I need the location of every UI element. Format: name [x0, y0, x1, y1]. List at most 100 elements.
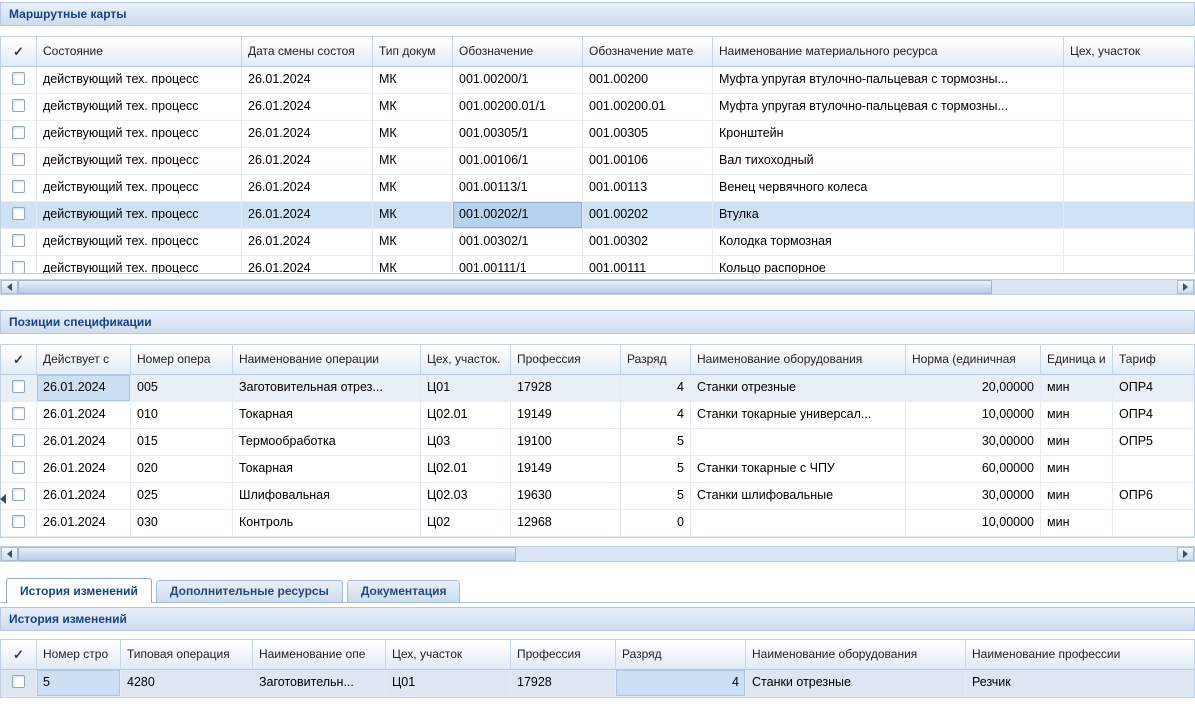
- column-header[interactable]: Действует с: [37, 345, 131, 375]
- cell[interactable]: 001.00305: [583, 121, 713, 148]
- cell[interactable]: действующий тех. процесс: [37, 175, 242, 202]
- cell[interactable]: [1064, 148, 1195, 175]
- cell[interactable]: [1064, 202, 1195, 229]
- column-header[interactable]: Профессия: [511, 345, 621, 375]
- cell[interactable]: 5: [621, 456, 691, 483]
- cell[interactable]: 001.00113/1: [453, 175, 583, 202]
- cell[interactable]: мин: [1041, 456, 1113, 483]
- cell[interactable]: действующий тех. процесс: [37, 148, 242, 175]
- cell[interactable]: 001.00302/1: [453, 229, 583, 256]
- scroll-right-button[interactable]: [1177, 280, 1194, 294]
- cell[interactable]: Шлифовальная: [233, 483, 421, 510]
- cell[interactable]: Станки токарные универсал...: [691, 402, 906, 429]
- cell[interactable]: 001.00202: [583, 202, 713, 229]
- cell[interactable]: [1064, 121, 1195, 148]
- table-row[interactable]: действующий тех. процесс26.01.2024МК001.…: [1, 256, 1194, 274]
- cell[interactable]: 12968: [511, 510, 621, 537]
- column-header[interactable]: Единица и: [1041, 345, 1113, 375]
- row-checkbox[interactable]: [12, 72, 25, 85]
- tab-change-history[interactable]: История изменений: [6, 578, 152, 603]
- cell[interactable]: [1064, 67, 1195, 94]
- cell[interactable]: МК: [373, 121, 453, 148]
- row-checkbox[interactable]: [12, 207, 25, 220]
- cell[interactable]: 001.00200: [583, 67, 713, 94]
- cell[interactable]: 30,00000: [906, 483, 1041, 510]
- cell[interactable]: Токарная: [233, 402, 421, 429]
- table-row[interactable]: действующий тех. процесс26.01.2024МК001.…: [1, 67, 1194, 94]
- select-all-header[interactable]: ✓: [1, 345, 37, 375]
- cell[interactable]: 26.01.2024: [37, 483, 131, 510]
- cell[interactable]: 26.01.2024: [242, 148, 373, 175]
- column-header[interactable]: Номер опера: [131, 345, 233, 375]
- cell[interactable]: 001.00111/1: [453, 256, 583, 274]
- cell[interactable]: [1064, 256, 1195, 274]
- table-row[interactable]: 26.01.2024015ТермообработкаЦ0319100530,0…: [1, 429, 1194, 456]
- cell[interactable]: 26.01.2024: [242, 67, 373, 94]
- row-checkbox[interactable]: [12, 407, 25, 420]
- scrollbar-track[interactable]: [18, 280, 1177, 294]
- row-checkbox[interactable]: [12, 234, 25, 247]
- cell[interactable]: Муфта упругая втулочно-пальцевая с тормо…: [713, 94, 1064, 121]
- panel-collapse-handle[interactable]: [0, 482, 8, 516]
- row-checkbox[interactable]: [12, 675, 25, 688]
- column-header[interactable]: Наименование операции: [233, 345, 421, 375]
- cell[interactable]: 60,00000: [906, 456, 1041, 483]
- column-header[interactable]: Дата смены состоя: [242, 37, 373, 67]
- column-header[interactable]: Цех, участок: [1064, 37, 1195, 67]
- row-checkbox[interactable]: [12, 261, 25, 274]
- cell[interactable]: МК: [373, 94, 453, 121]
- cell[interactable]: 5: [37, 670, 121, 697]
- cell[interactable]: 4280: [121, 670, 253, 697]
- route-maps-hscrollbar[interactable]: [0, 279, 1195, 295]
- cell[interactable]: Ц03: [421, 429, 511, 456]
- cell[interactable]: 26.01.2024: [242, 175, 373, 202]
- scroll-left-button[interactable]: [1, 547, 18, 561]
- cell[interactable]: мин: [1041, 429, 1113, 456]
- scrollbar-track[interactable]: [18, 547, 1177, 561]
- cell[interactable]: ОПР4: [1113, 402, 1195, 429]
- cell[interactable]: 10,00000: [906, 402, 1041, 429]
- cell[interactable]: ОПР5: [1113, 429, 1195, 456]
- cell[interactable]: действующий тех. процесс: [37, 94, 242, 121]
- table-row[interactable]: действующий тех. процесс26.01.2024МК001.…: [1, 175, 1194, 202]
- table-row[interactable]: 54280Заготовительн...Ц01179284Станки отр…: [1, 670, 1194, 697]
- cell[interactable]: 26.01.2024: [242, 229, 373, 256]
- cell[interactable]: мин: [1041, 375, 1113, 402]
- table-row[interactable]: действующий тех. процесс26.01.2024МК001.…: [1, 94, 1194, 121]
- table-row[interactable]: 26.01.2024030КонтрольЦ0212968010,00000ми…: [1, 510, 1194, 537]
- row-checkbox[interactable]: [12, 153, 25, 166]
- cell[interactable]: мин: [1041, 510, 1113, 537]
- cell[interactable]: 26.01.2024: [242, 202, 373, 229]
- cell[interactable]: Ц02: [421, 510, 511, 537]
- cell[interactable]: ОПР4: [1113, 375, 1195, 402]
- select-all-header[interactable]: ✓: [1, 640, 37, 670]
- cell[interactable]: МК: [373, 175, 453, 202]
- cell[interactable]: 19630: [511, 483, 621, 510]
- cell[interactable]: [691, 510, 906, 537]
- scrollbar-thumb[interactable]: [18, 547, 516, 561]
- cell[interactable]: МК: [373, 148, 453, 175]
- cell[interactable]: 19100: [511, 429, 621, 456]
- row-checkbox[interactable]: [12, 99, 25, 112]
- cell[interactable]: Заготовительн...: [253, 670, 386, 697]
- table-row[interactable]: 26.01.2024010ТокарнаяЦ02.01191494Станки …: [1, 402, 1194, 429]
- cell[interactable]: 001.00106/1: [453, 148, 583, 175]
- column-header[interactable]: Состояние: [37, 37, 242, 67]
- cell[interactable]: 26.01.2024: [242, 256, 373, 274]
- select-all-header[interactable]: ✓: [1, 37, 37, 67]
- cell[interactable]: [1064, 229, 1195, 256]
- column-header[interactable]: Разряд: [616, 640, 746, 670]
- column-header[interactable]: Наименование оборудования: [691, 345, 906, 375]
- cell[interactable]: Вал тихоходный: [713, 148, 1064, 175]
- cell[interactable]: Ц02.01: [421, 402, 511, 429]
- cell[interactable]: 30,00000: [906, 429, 1041, 456]
- cell[interactable]: 26.01.2024: [37, 375, 131, 402]
- cell[interactable]: [691, 429, 906, 456]
- scroll-right-button[interactable]: [1177, 547, 1194, 561]
- cell[interactable]: [1064, 175, 1195, 202]
- cell[interactable]: 19149: [511, 456, 621, 483]
- cell[interactable]: 015: [131, 429, 233, 456]
- tab-documentation[interactable]: Документация: [347, 580, 461, 602]
- cell[interactable]: 17928: [511, 670, 616, 697]
- cell[interactable]: МК: [373, 256, 453, 274]
